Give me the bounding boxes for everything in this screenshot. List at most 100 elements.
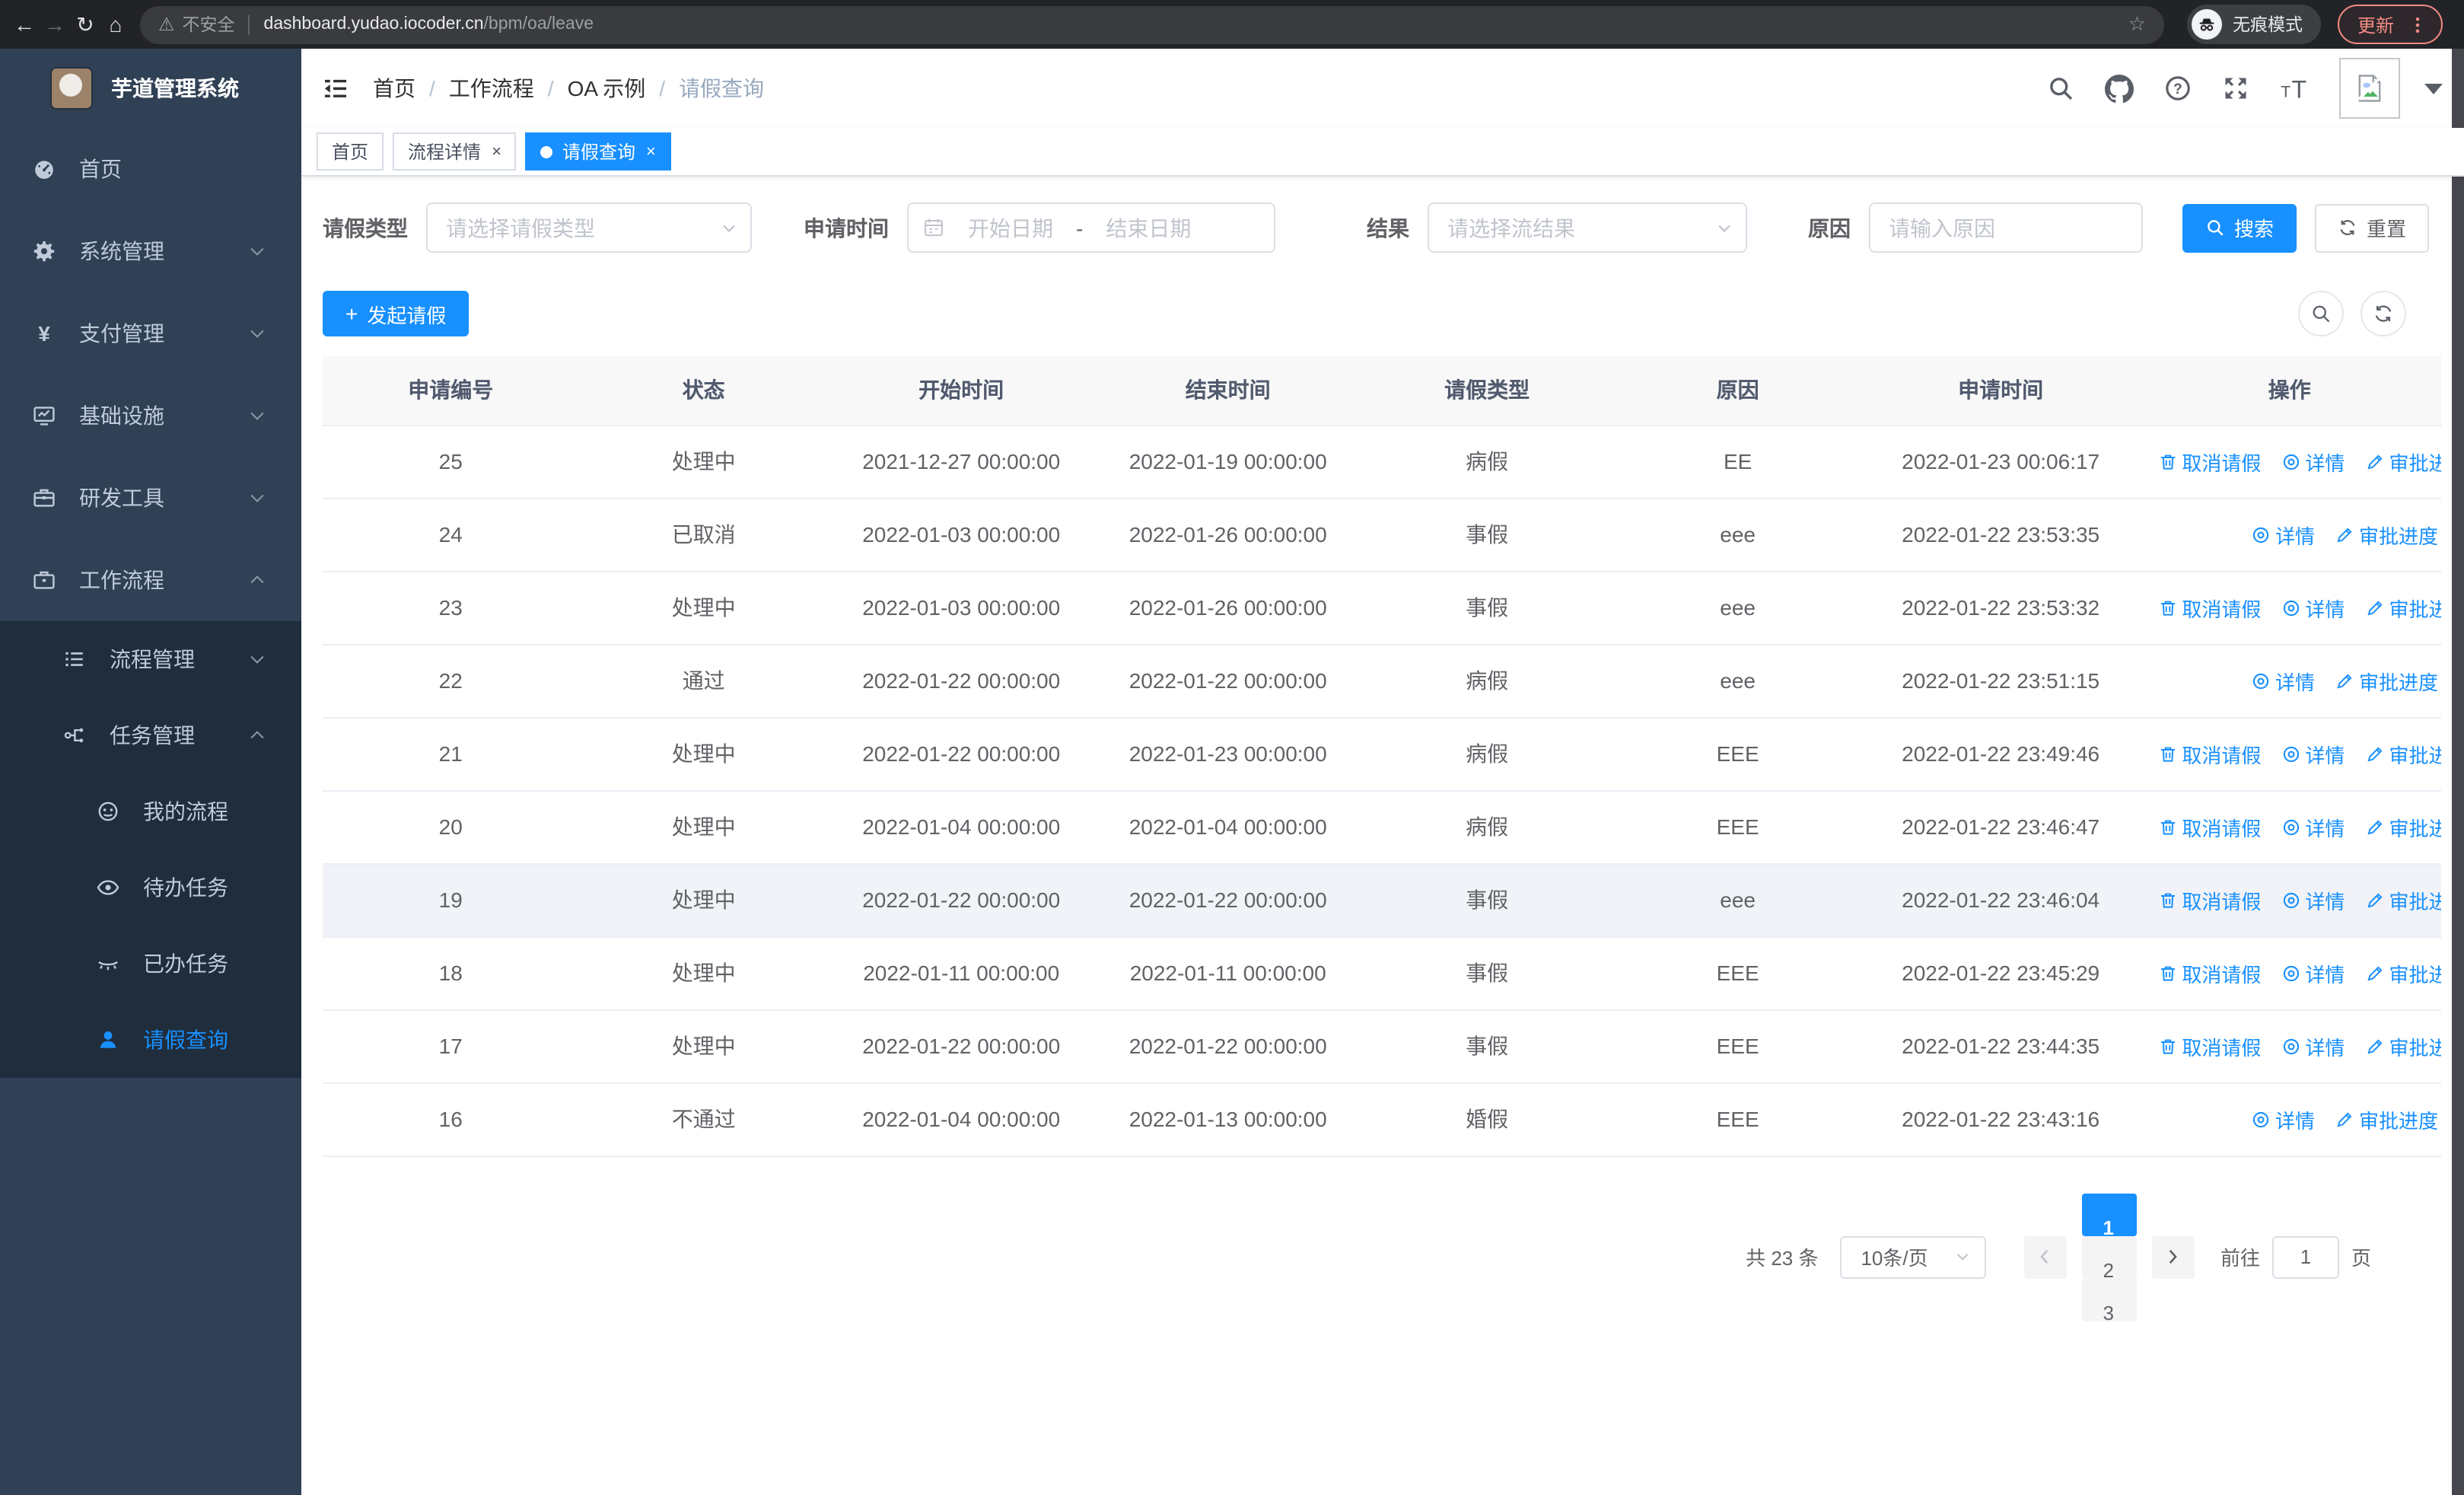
table-row[interactable]: 21 处理中 2022-01-22 00:00:00 2022-01-23 00:00…: [323, 717, 2441, 791]
goto-label: 前往: [2220, 1247, 2260, 1270]
result-select[interactable]: 请选择流结果: [1428, 202, 1747, 253]
tab-leave-query[interactable]: 请假查询 ×: [525, 132, 671, 171]
font-size-icon[interactable]: TT: [2280, 74, 2309, 103]
sidebar-item-workflow[interactable]: 工作流程: [0, 539, 301, 621]
page-button-2[interactable]: 2: [2081, 1235, 2137, 1278]
action-progress[interactable]: 审批进度: [2364, 593, 2441, 622]
help-icon[interactable]: ?: [2164, 75, 2192, 102]
page-size-select[interactable]: 10条/页: [1839, 1235, 1986, 1278]
action-progress[interactable]: 审批进度: [2335, 666, 2438, 695]
action-progress[interactable]: 审批进度: [2364, 1031, 2441, 1060]
action-progress[interactable]: 审批进度: [2335, 520, 2438, 549]
leave-type-select[interactable]: 请选择请假类型: [426, 202, 752, 253]
breadcrumb-item[interactable]: OA 示例: [568, 73, 646, 104]
action-label: 取消请假: [2182, 817, 2262, 840]
github-icon[interactable]: [2105, 74, 2134, 103]
tab-close-icon[interactable]: ×: [646, 142, 656, 161]
table-row[interactable]: 16 不通过 2022-01-04 00:00:00 2022-01-13 00:00…: [323, 1082, 2441, 1156]
action-label: 详情: [2305, 817, 2345, 840]
table-row[interactable]: 18 处理中 2022-01-11 00:00:00 2022-01-11 00:00…: [323, 936, 2441, 1010]
action-progress[interactable]: 审批进度: [2364, 739, 2441, 768]
apply-time-range-picker[interactable]: -: [907, 202, 1275, 253]
start-date-input[interactable]: [951, 215, 1070, 240]
breadcrumb-separator: /: [429, 76, 435, 100]
action-detail[interactable]: 详情: [2281, 812, 2345, 841]
page-button-3[interactable]: 3: [2081, 1278, 2137, 1321]
cell-id: 17: [323, 1009, 579, 1083]
sidebar-item-home[interactable]: 首页: [0, 128, 301, 210]
table-row[interactable]: 17 处理中 2022-01-22 00:00:00 2022-01-22 00:00…: [323, 1009, 2441, 1083]
tab-process-detail[interactable]: 流程详情 ×: [393, 132, 517, 171]
action-detail[interactable]: 详情: [2281, 593, 2345, 622]
action-progress[interactable]: 审批进度: [2364, 958, 2441, 987]
avatar-dropdown-icon[interactable]: [2424, 83, 2443, 94]
breadcrumb-item[interactable]: 工作流程: [449, 73, 534, 104]
action-detail[interactable]: 详情: [2251, 1105, 2315, 1133]
browser-update-button[interactable]: 更新: [2338, 5, 2443, 44]
sidebar-item-payment[interactable]: ¥ 支付管理: [0, 292, 301, 375]
next-page-button[interactable]: [2151, 1235, 2195, 1278]
sidebar-item-system[interactable]: 系统管理: [0, 210, 301, 292]
toggle-search-button[interactable]: [2298, 291, 2344, 336]
search-button[interactable]: 搜索: [2182, 203, 2297, 252]
action-cancel[interactable]: 取消请假: [2157, 812, 2261, 841]
action-detail[interactable]: 详情: [2281, 1031, 2345, 1060]
table-row[interactable]: 20 处理中 2022-01-04 00:00:00 2022-01-04 00:00…: [323, 790, 2441, 864]
action-progress[interactable]: 审批进度: [2364, 885, 2441, 914]
action-detail[interactable]: 详情: [2281, 885, 2345, 914]
sidebar-item-todo-tasks[interactable]: 待办任务: [0, 850, 301, 926]
cell-reason: EEE: [1612, 790, 1864, 864]
sidebar-item-task-mgmt[interactable]: 任务管理: [0, 697, 301, 773]
address-bar[interactable]: ⚠ 不安全 dashboard.yudao.iocoder.cn/bpm/oa/…: [140, 5, 2164, 43]
fullscreen-icon[interactable]: [2222, 75, 2249, 102]
breadcrumb-item[interactable]: 首页: [373, 73, 415, 104]
action-cancel[interactable]: 取消请假: [2157, 958, 2261, 987]
end-date-input[interactable]: [1089, 215, 1208, 240]
tab-close-icon[interactable]: ×: [492, 142, 501, 161]
prev-page-button[interactable]: [2023, 1235, 2067, 1278]
browser-home-icon[interactable]: ⌂: [100, 6, 131, 43]
action-label: 审批进度: [2389, 598, 2441, 620]
page-scrollbar[interactable]: [2452, 49, 2464, 1495]
action-cancel[interactable]: 取消请假: [2157, 885, 2261, 914]
action-progress[interactable]: 审批进度: [2335, 1105, 2438, 1133]
page-button-1[interactable]: 1: [2081, 1193, 2137, 1235]
action-detail[interactable]: 详情: [2281, 958, 2345, 987]
browser-back-icon[interactable]: ←: [9, 6, 40, 43]
browser-reload-icon[interactable]: ↻: [70, 6, 100, 43]
tab-home[interactable]: 首页: [317, 132, 384, 171]
table-row[interactable]: 19 处理中 2022-01-22 00:00:00 2022-01-22 00:00…: [323, 863, 2441, 937]
action-cancel[interactable]: 取消请假: [2157, 1031, 2261, 1060]
action-cancel[interactable]: 取消请假: [2157, 447, 2261, 476]
search-icon: [2205, 218, 2225, 237]
sidebar-item-infrastructure[interactable]: 基础设施: [0, 375, 301, 457]
sidebar-logo[interactable]: 芋道管理系统: [0, 49, 301, 128]
sidebar-collapse-icon[interactable]: [323, 75, 349, 101]
action-detail[interactable]: 详情: [2251, 520, 2315, 549]
sidebar-item-my-process[interactable]: 我的流程: [0, 773, 301, 850]
action-detail[interactable]: 详情: [2281, 447, 2345, 476]
reset-button[interactable]: 重置: [2315, 203, 2430, 252]
goto-page-input[interactable]: [2271, 1235, 2339, 1278]
action-detail[interactable]: 详情: [2251, 666, 2315, 695]
bookmark-star-icon[interactable]: ☆: [2128, 12, 2146, 37]
action-detail[interactable]: 详情: [2281, 739, 2345, 768]
table-row[interactable]: 24 已取消 2022-01-03 00:00:00 2022-01-26 00:00…: [323, 498, 2441, 572]
sidebar-item-process-mgmt[interactable]: 流程管理: [0, 621, 301, 697]
action-progress[interactable]: 审批进度: [2364, 447, 2441, 476]
user-avatar[interactable]: [2339, 58, 2400, 119]
table-row[interactable]: 25 处理中 2021-12-27 00:00:00 2022-01-19 00:00…: [323, 425, 2441, 499]
action-cancel[interactable]: 取消请假: [2157, 739, 2261, 768]
reason-input[interactable]: [1869, 202, 2143, 253]
action-cancel[interactable]: 取消请假: [2157, 593, 2261, 622]
search-icon[interactable]: [2047, 75, 2074, 102]
table-row[interactable]: 23 处理中 2022-01-03 00:00:00 2022-01-26 00:00…: [323, 571, 2441, 645]
create-leave-button[interactable]: + 发起请假: [323, 291, 470, 336]
sidebar-item-leave-query[interactable]: 请假查询: [0, 1002, 301, 1078]
sidebar-item-devtools[interactable]: 研发工具: [0, 457, 301, 539]
refresh-table-button[interactable]: [2361, 291, 2406, 336]
sidebar-item-done-tasks[interactable]: 已办任务: [0, 926, 301, 1002]
table-row[interactable]: 22 通过 2022-01-22 00:00:00 2022-01-22 00:00:…: [323, 644, 2441, 718]
action-progress[interactable]: 审批进度: [2364, 812, 2441, 841]
browser-forward-icon[interactable]: →: [40, 6, 70, 43]
